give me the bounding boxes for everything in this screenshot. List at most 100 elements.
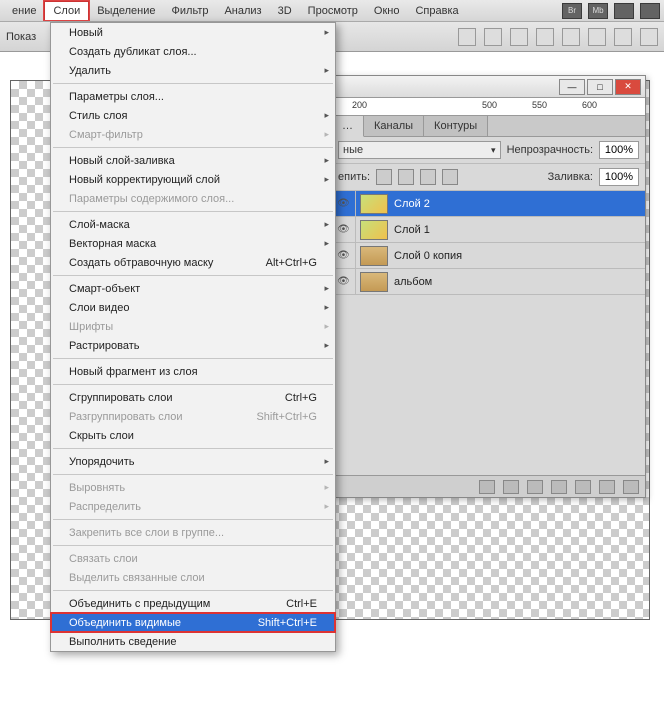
app-switcher-icon[interactable]: Mb (588, 3, 608, 19)
opacity-value: 100% (605, 144, 633, 156)
menu-bar: ениеСлоиВыделениеФильтрАнализ3DПросмотрО… (0, 0, 664, 22)
menu-shortcut: Alt+Ctrl+G (266, 257, 317, 269)
layer-name[interactable]: Слой 2 (392, 198, 430, 210)
menu-item[interactable]: Слои (44, 1, 89, 20)
menu-item[interactable]: Растрировать (51, 336, 335, 355)
menu-item-label: Слой-маска (69, 219, 130, 231)
menu-item[interactable]: Фильтр (164, 2, 217, 20)
layer-row[interactable]: альбом (332, 269, 645, 295)
menu-item-label: Новый фрагмент из слоя (69, 366, 198, 378)
opacity-label: Непрозрачность: (507, 144, 593, 156)
menu-separator (53, 384, 333, 385)
new-icon[interactable] (599, 480, 615, 494)
menu-item[interactable]: Окно (366, 2, 408, 20)
layer-thumbnail[interactable] (360, 246, 388, 266)
panel-tab[interactable]: Контуры (424, 116, 488, 136)
menu-item[interactable]: Объединить видимыеShift+Ctrl+E (51, 613, 335, 632)
menu-item[interactable]: Новый фрагмент из слоя (51, 362, 335, 381)
blend-mode-select[interactable]: ные (338, 141, 501, 159)
app-switcher-icon[interactable] (640, 3, 660, 19)
menu-item[interactable]: Новый корректирующий слой (51, 170, 335, 189)
menu-item[interactable]: Просмотр (300, 2, 366, 20)
mask-icon[interactable] (527, 480, 543, 494)
menu-item: Смарт-фильтр (51, 125, 335, 144)
menu-item[interactable]: Сгруппировать слоиCtrl+G (51, 388, 335, 407)
link-icon[interactable] (479, 480, 495, 494)
menu-item[interactable]: Упорядочить (51, 452, 335, 471)
lock-brush-icon[interactable] (398, 169, 414, 185)
menu-item[interactable]: Смарт-объект (51, 279, 335, 298)
layer-row[interactable]: Слой 1 (332, 217, 645, 243)
fill-label: Заливка: (548, 171, 593, 183)
layer-row[interactable]: Слой 0 копия (332, 243, 645, 269)
ruler-tick: 500 (482, 100, 497, 110)
opacity-input[interactable]: 100% (599, 141, 639, 159)
options-icon[interactable] (484, 28, 502, 46)
layer-name[interactable]: Слой 1 (392, 224, 430, 236)
panel-tab[interactable]: Каналы (364, 116, 424, 136)
options-icon[interactable] (588, 28, 606, 46)
menu-item-label: Новый слой-заливка (69, 155, 175, 167)
blend-row: ные Непрозрачность: 100% (332, 137, 645, 164)
lock-all-icon[interactable] (442, 169, 458, 185)
panel-titlebar: — □ ✕ (332, 76, 645, 98)
menu-item[interactable]: Скрыть слои (51, 426, 335, 445)
lock-label: епить: (338, 171, 370, 183)
menu-item[interactable]: Новый (51, 23, 335, 42)
layers-menu-dropdown: НовыйСоздать дубликат слоя...Удалить Пара… (50, 22, 336, 652)
app-switcher-icon[interactable] (614, 3, 634, 19)
maximize-button[interactable]: □ (587, 79, 613, 95)
options-icon[interactable] (458, 28, 476, 46)
options-icon[interactable] (536, 28, 554, 46)
menu-item-label: Смарт-фильтр (69, 129, 143, 141)
minimize-button[interactable]: — (559, 79, 585, 95)
menu-item[interactable]: Слой-маска (51, 215, 335, 234)
menu-item[interactable]: Векторная маска (51, 234, 335, 253)
options-icon[interactable] (562, 28, 580, 46)
menu-item[interactable]: 3D (270, 2, 300, 20)
menu-item[interactable]: Удалить (51, 61, 335, 80)
trash-icon[interactable] (623, 480, 639, 494)
menu-item[interactable]: Справка (407, 2, 466, 20)
menu-item[interactable]: Выделение (89, 2, 163, 20)
layer-thumbnail[interactable] (360, 272, 388, 292)
options-icon[interactable] (640, 28, 658, 46)
menu-item-label: Связать слои (69, 553, 138, 565)
lock-transparent-icon[interactable] (376, 169, 392, 185)
options-icon[interactable] (510, 28, 528, 46)
menu-item[interactable]: Создать обтравочную маскуAlt+Ctrl+G (51, 253, 335, 272)
menu-item-label: Упорядочить (69, 456, 134, 468)
layer-name[interactable]: Слой 0 копия (392, 250, 462, 262)
close-button[interactable]: ✕ (615, 79, 641, 95)
fx-icon[interactable] (503, 480, 519, 494)
menu-item[interactable]: ение (4, 2, 44, 20)
layer-name[interactable]: альбом (392, 276, 432, 288)
menu-shortcut: Shift+Ctrl+E (258, 617, 317, 629)
menu-item[interactable]: Выполнить сведение (51, 632, 335, 651)
app-switcher-icon[interactable]: Br (562, 3, 582, 19)
panel-tab[interactable]: … (332, 116, 364, 137)
menu-item-label: Новый корректирующий слой (69, 174, 220, 186)
menu-item[interactable]: Параметры слоя... (51, 87, 335, 106)
menu-item[interactable]: Новый слой-заливка (51, 151, 335, 170)
options-icon[interactable] (614, 28, 632, 46)
horizontal-ruler: 200500550600 (332, 98, 645, 116)
menu-item[interactable]: Создать дубликат слоя... (51, 42, 335, 61)
layer-thumbnail[interactable] (360, 220, 388, 240)
layer-row[interactable]: Слой 2 (332, 191, 645, 217)
menu-item[interactable]: Анализ (216, 2, 269, 20)
menu-item-label: Растрировать (69, 340, 140, 352)
fill-input[interactable]: 100% (599, 168, 639, 186)
group-icon[interactable] (575, 480, 591, 494)
layer-thumbnail[interactable] (360, 194, 388, 214)
panel-footer (332, 475, 645, 497)
menu-separator (53, 147, 333, 148)
menu-separator (53, 590, 333, 591)
menu-separator (53, 275, 333, 276)
menu-separator (53, 545, 333, 546)
menu-item[interactable]: Слои видео (51, 298, 335, 317)
adjust-icon[interactable] (551, 480, 567, 494)
menu-item[interactable]: Стиль слоя (51, 106, 335, 125)
menu-item[interactable]: Объединить с предыдущимCtrl+E (51, 594, 335, 613)
lock-move-icon[interactable] (420, 169, 436, 185)
